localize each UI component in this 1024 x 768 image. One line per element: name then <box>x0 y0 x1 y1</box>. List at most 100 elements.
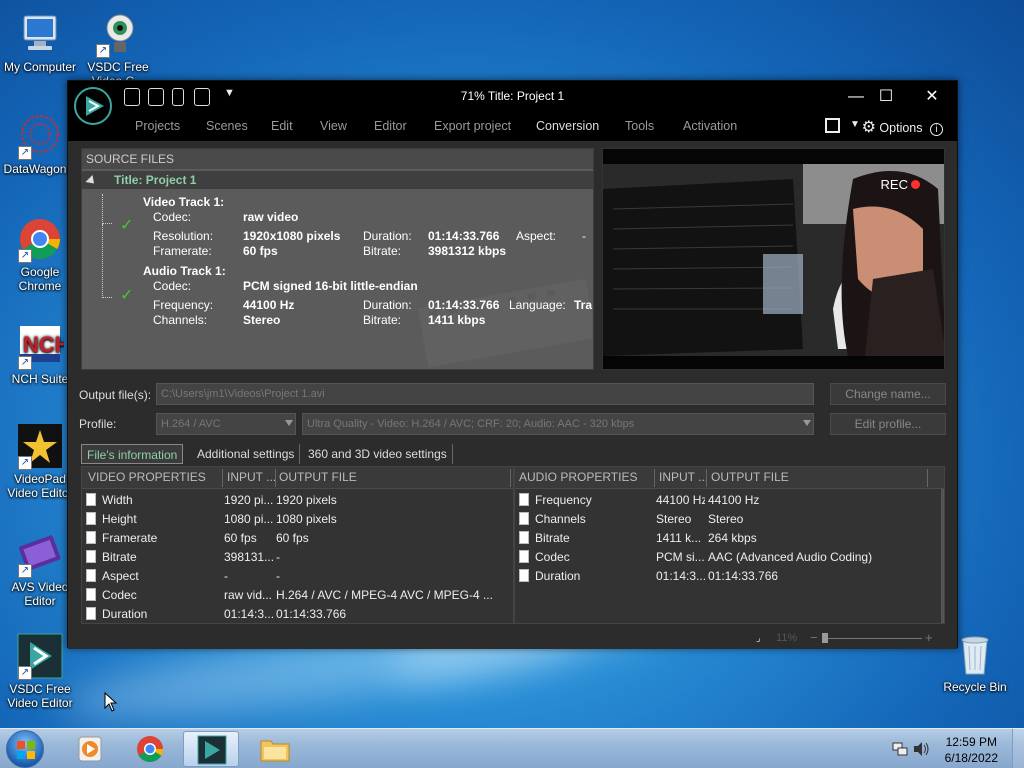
status-bar: ⌟ 11% − + <box>68 629 957 649</box>
zoom-in-icon[interactable]: + <box>925 630 933 645</box>
maximize-button[interactable]: ☐ <box>871 85 901 109</box>
resolution-label: Resolution: <box>153 229 214 243</box>
vsdc-icon: ↗ <box>16 632 64 680</box>
table-row[interactable]: Codec raw vid... H.264 / AVC / MPEG-4 AVC … <box>82 586 513 605</box>
table-row[interactable]: Width 1920 pi... 1920 pixels <box>82 491 513 510</box>
document-icon <box>86 493 96 506</box>
table-row[interactable]: Height 1080 pi... 1080 pixels <box>82 510 513 529</box>
framerate-label: Framerate: <box>153 244 212 258</box>
table-row[interactable]: Duration 01:14:3... 01:14:33.766 <box>515 567 944 586</box>
column-header[interactable]: OUTPUT FILE <box>711 470 789 484</box>
info-icon[interactable]: i <box>930 123 943 136</box>
column-separator[interactable] <box>927 469 928 487</box>
taskbar-explorer[interactable] <box>247 731 303 767</box>
output-value: - <box>276 569 280 583</box>
table-row[interactable]: Framerate 60 fps 60 fps <box>82 529 513 548</box>
document-icon <box>519 569 529 582</box>
input-value: Stereo <box>656 512 692 526</box>
vertical-scrollbar[interactable] <box>941 489 944 623</box>
window-title: 71% Title: Project 1 <box>460 89 565 103</box>
column-header[interactable]: INPUT ... <box>659 470 708 484</box>
column-header[interactable]: VIDEO PROPERTIES <box>88 470 206 484</box>
desktop-icon-vsdc-capture[interactable]: ↗ VSDC Free Video C... <box>78 10 158 82</box>
vsdc-window: ▼ 71% Title: Project 1 — ☐ ✕ Projects Sc… <box>67 80 958 649</box>
chrome-icon: ↗ <box>16 215 64 263</box>
menu-editor[interactable]: Editor <box>374 119 407 133</box>
column-separator[interactable] <box>706 469 707 487</box>
table-row[interactable]: Bitrate 398131... - <box>82 548 513 567</box>
profile-preset-select[interactable]: Ultra Quality - Video: H.264 / AVC; CRF:… <box>302 413 814 435</box>
menu-edit[interactable]: Edit <box>271 119 293 133</box>
output-value: 01:14:33.766 <box>276 607 347 621</box>
network-icon[interactable] <box>892 741 908 757</box>
options-button[interactable]: ⚙ Options i <box>862 117 943 137</box>
desktop-icon-label: VideoPad Video Editor <box>7 472 73 500</box>
resize-grip-icon[interactable]: ⌟ <box>756 633 761 644</box>
menu-scenes[interactable]: Scenes <box>206 119 248 133</box>
column-header[interactable]: OUTPUT FILE <box>279 470 357 484</box>
column-header[interactable]: AUDIO PROPERTIES <box>519 470 637 484</box>
document-icon <box>519 512 529 525</box>
dropdown-arrow-icon <box>803 420 811 426</box>
menu-activation[interactable]: Activation <box>683 119 737 133</box>
minimize-button[interactable]: — <box>841 85 871 109</box>
taskbar-media-player[interactable] <box>62 731 118 767</box>
desktop-icon-label: AVS Video Editor <box>11 580 69 608</box>
table-row[interactable]: Bitrate 1411 k... 264 kbps <box>515 529 944 548</box>
output-value: 1920 pixels <box>276 493 337 507</box>
menu-export-project[interactable]: Export project <box>434 119 511 133</box>
desktop-icon-my-computer[interactable]: My Computer <box>0 10 80 74</box>
system-clock[interactable]: 12:59 PM 6/18/2022 <box>945 734 998 766</box>
gear-icon: ⚙ <box>861 119 876 136</box>
input-value: 1411 k... <box>656 531 702 545</box>
zoom-slider-thumb[interactable] <box>822 633 828 643</box>
menu-conversion[interactable]: Conversion <box>536 119 599 133</box>
audio-bitrate-label: Bitrate: <box>363 313 402 327</box>
table-row[interactable]: Codec PCM si... AAC (Advanced Audio Coding… <box>515 548 944 567</box>
checkmark-icon: ✓ <box>120 217 134 234</box>
zoom-out-icon[interactable]: − <box>810 630 818 645</box>
column-header[interactable]: INPUT ... <box>227 470 276 484</box>
project-title[interactable]: Title: Project 1 <box>82 171 593 189</box>
change-name-button[interactable]: Change name... <box>830 383 946 405</box>
tab-files-information[interactable]: File's information <box>81 444 184 464</box>
profile-codec-select[interactable]: H.264 / AVC <box>156 413 296 435</box>
volume-icon[interactable] <box>913 741 931 757</box>
output-value: AAC (Advanced Audio Coding) <box>708 550 873 564</box>
show-desktop-button[interactable] <box>1012 729 1024 768</box>
rec-indicator: REC <box>881 177 920 192</box>
computer-icon <box>16 10 64 58</box>
clock-date: 6/18/2022 <box>944 751 998 765</box>
video-duration-label: Duration: <box>363 229 412 243</box>
column-separator[interactable] <box>222 469 223 487</box>
layout-icon[interactable] <box>825 118 840 133</box>
table-row[interactable]: Aspect - - <box>82 567 513 586</box>
table-row[interactable]: Frequency 44100 Hz 44100 Hz <box>515 491 944 510</box>
edit-profile-button[interactable]: Edit profile... <box>830 413 946 435</box>
tab-additional-settings[interactable]: Additional settings <box>192 444 301 464</box>
layout-dropdown-icon[interactable]: ▼ <box>850 119 860 130</box>
column-separator[interactable] <box>275 469 276 487</box>
column-separator[interactable] <box>510 469 511 487</box>
menu-projects[interactable]: Projects <box>135 119 180 133</box>
channels-value: Stereo <box>243 313 281 327</box>
output-value: Stereo <box>708 512 744 526</box>
output-file-field[interactable]: C:\Users\jm1\Videos\Project 1.avi <box>156 383 814 405</box>
vsdc-logo-icon[interactable] <box>74 87 112 125</box>
close-button[interactable]: ✕ <box>917 85 947 109</box>
table-row[interactable]: Duration 01:14:3... 01:14:33.766 <box>82 605 513 624</box>
taskbar-chrome[interactable] <box>122 731 178 767</box>
tab-360-3d-settings[interactable]: 360 and 3D video settings <box>303 444 453 464</box>
taskbar-vsdc[interactable] <box>183 731 239 767</box>
desktop-icon-label: DataWagon... <box>3 162 77 176</box>
menu-view[interactable]: View <box>320 119 347 133</box>
zoom-slider[interactable] <box>822 638 922 639</box>
video-preview[interactable]: REC <box>602 148 945 370</box>
source-files-panel: SOURCE FILES Title: Project 1 ✓ ✓ Video … <box>81 148 594 370</box>
column-separator[interactable] <box>654 469 655 487</box>
menu-tools[interactable]: Tools <box>625 119 654 133</box>
input-value: 01:14:3... <box>224 607 274 621</box>
video-properties-table: VIDEO PROPERTIES INPUT ... OUTPUT FILE W… <box>81 466 514 624</box>
table-row[interactable]: Channels Stereo Stereo <box>515 510 944 529</box>
start-button[interactable] <box>6 730 44 768</box>
